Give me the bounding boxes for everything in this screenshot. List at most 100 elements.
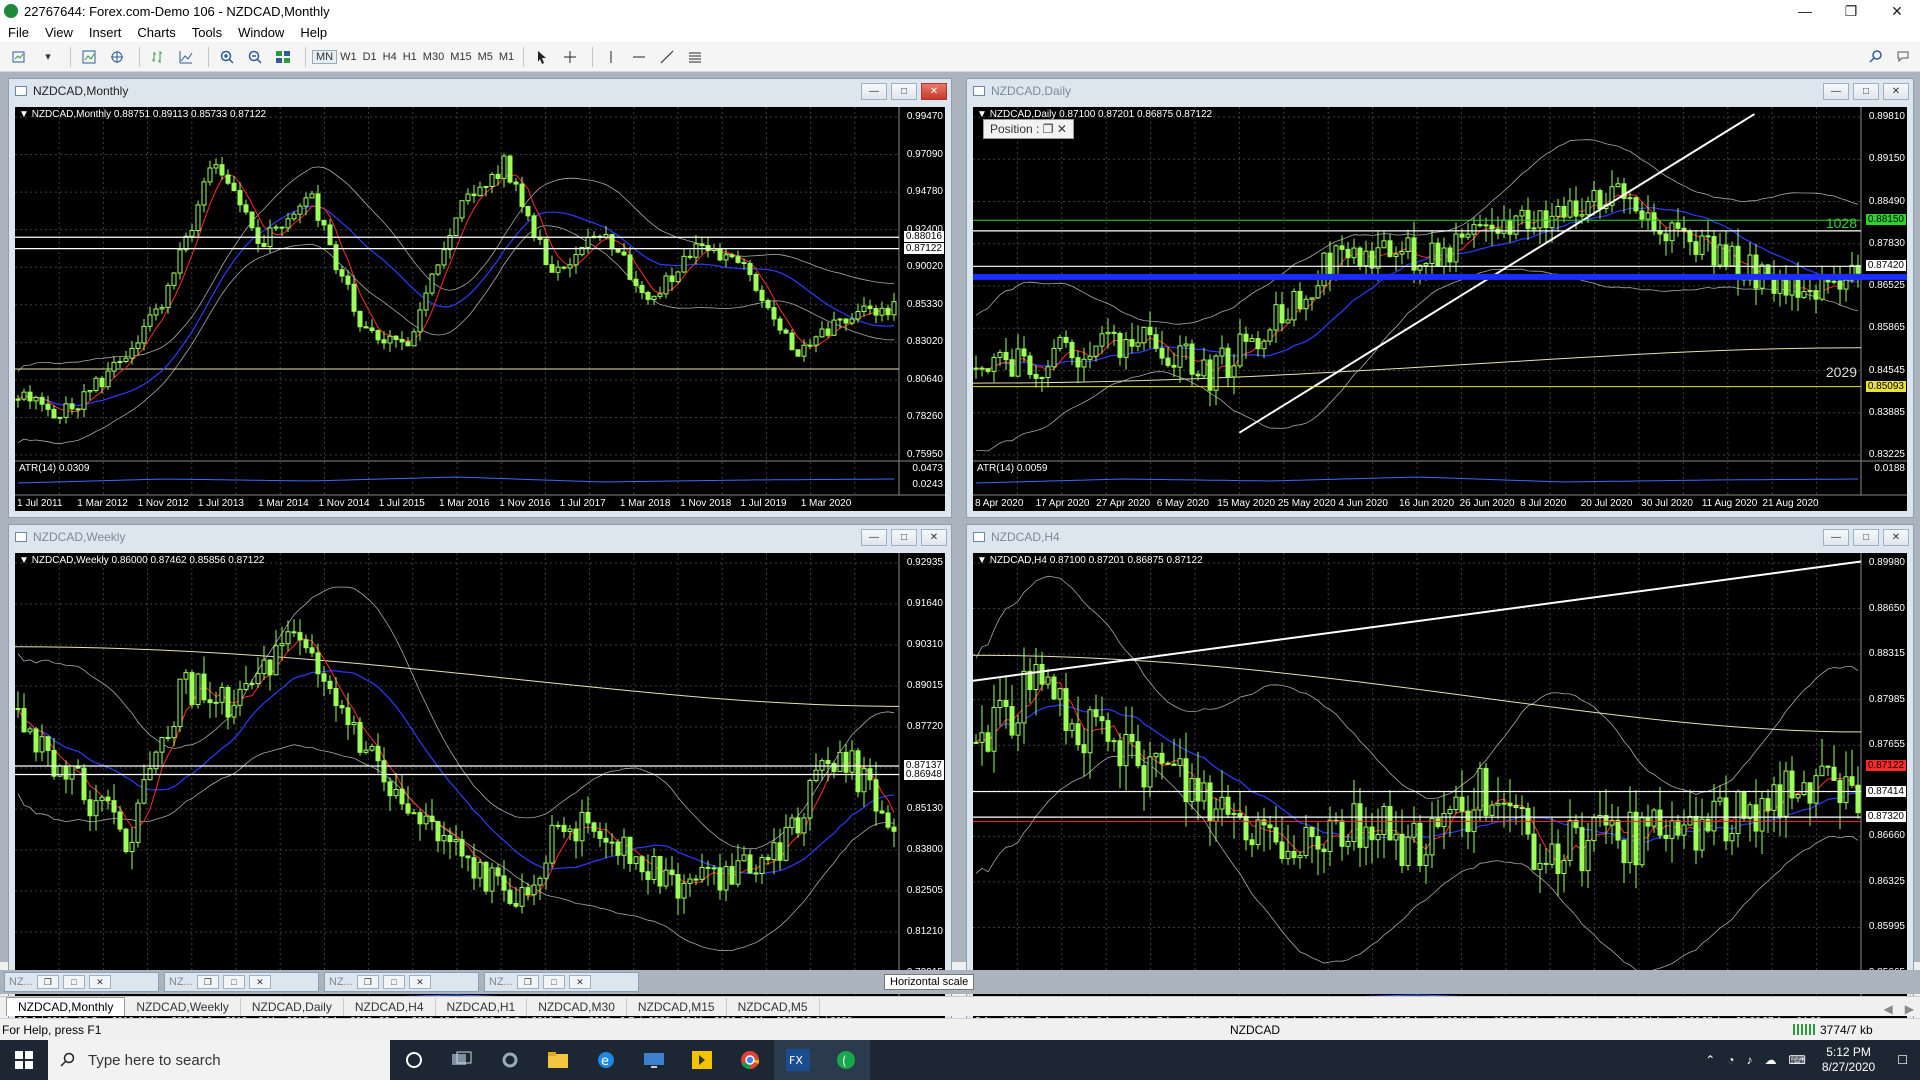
minimized-window[interactable]: NZ... ❐ □ ✕ [4, 972, 159, 992]
keyboard-icon[interactable]: ⌨ [1783, 1053, 1812, 1067]
trading-platform-icon[interactable]: ( [822, 1040, 870, 1080]
edge-browser-icon[interactable]: e [582, 1040, 630, 1080]
timeframe-m1[interactable]: M1 [496, 51, 517, 63]
timeframe-w1[interactable]: W1 [337, 51, 360, 63]
chart-close-button[interactable]: ✕ [921, 82, 947, 100]
line-chart-icon[interactable] [174, 46, 198, 68]
menu-help[interactable]: Help [292, 25, 335, 40]
timeframe-m30[interactable]: M30 [420, 51, 447, 63]
close-icon[interactable]: ✕ [88, 975, 111, 989]
close-button[interactable]: ✕ [1874, 0, 1920, 22]
taskbar-search-input[interactable]: Type here to search [48, 1040, 390, 1080]
chart-close-button[interactable]: ✕ [1883, 82, 1909, 100]
tab-nzdcad-daily[interactable]: NZDCAD,Daily [241, 998, 344, 1016]
maximize-icon[interactable]: □ [62, 975, 85, 989]
chart-window-h4[interactable]: NZDCAD,H4 — □ ✕ ▼ NZDCAD,H4 0.87100 0.87… [966, 524, 1914, 1036]
close-icon[interactable]: ✕ [408, 975, 431, 989]
cursor-icon[interactable] [530, 46, 554, 68]
file-explorer-icon[interactable] [534, 1040, 582, 1080]
fx-choice-app-icon[interactable]: FX [774, 1040, 822, 1080]
chart-window-daily[interactable]: NZDCAD,Daily — □ ✕ ▼ NZDCAD,Daily 0.8710… [966, 78, 1914, 518]
close-icon[interactable]: ✕ [248, 975, 271, 989]
tray-chevron-icon[interactable]: ⌃ [1699, 1053, 1721, 1067]
chat-icon[interactable] [1892, 46, 1916, 68]
tile-windows-icon[interactable] [271, 46, 295, 68]
menu-view[interactable]: View [37, 25, 81, 40]
maximize-icon[interactable]: □ [382, 975, 405, 989]
menu-window[interactable]: Window [230, 25, 292, 40]
minimized-window[interactable]: NZ... ❐ □ ✕ [324, 972, 479, 992]
chart-minimize-button[interactable]: — [1823, 82, 1849, 100]
chart-window-weekly[interactable]: NZDCAD,Weekly — □ ✕ ▼ NZDCAD,Weekly 0.86… [8, 524, 952, 1036]
market-watch-icon[interactable] [77, 46, 101, 68]
tab-nzdcad-h4[interactable]: NZDCAD,H4 [344, 998, 436, 1016]
timeframe-d1[interactable]: D1 [360, 51, 380, 63]
tab-nzdcad-m30[interactable]: NZDCAD,M30 [527, 998, 627, 1016]
onedrive-icon[interactable]: ☁ [1759, 1053, 1783, 1067]
channel-icon[interactable] [683, 46, 707, 68]
chart-plot[interactable]: ▼ NZDCAD,Daily 0.87100 0.87201 0.86875 0… [973, 107, 1907, 511]
new-chart-icon[interactable] [8, 46, 32, 68]
timeframe-mn[interactable]: MN [312, 49, 338, 64]
tab-nzdcad-m5[interactable]: NZDCAD,M5 [727, 998, 820, 1016]
chart-close-button[interactable]: ✕ [921, 528, 947, 546]
popup-close-icon[interactable]: ✕ [1057, 122, 1067, 136]
restore-icon[interactable]: ❐ [516, 975, 539, 989]
timeframe-m15[interactable]: M15 [447, 51, 474, 63]
navigator-icon[interactable] [105, 46, 129, 68]
notifications-icon[interactable]: ☐ [1885, 1053, 1920, 1067]
horizontal-line-icon[interactable] [627, 46, 651, 68]
minimized-window[interactable]: NZ... ❐ □ ✕ [164, 972, 319, 992]
clock[interactable]: 5:12 PM 8/27/2020 [1812, 1045, 1885, 1075]
presentation-app-icon[interactable] [678, 1040, 726, 1080]
chart-minimize-button[interactable]: — [1823, 528, 1849, 546]
tab-nzdcad-h1[interactable]: NZDCAD,H1 [436, 998, 528, 1016]
chart-maximize-button[interactable]: □ [891, 528, 917, 546]
restore-icon[interactable]: ❐ [196, 975, 219, 989]
chart-minimize-button[interactable]: — [861, 82, 887, 100]
timeframe-m5[interactable]: M5 [475, 51, 496, 63]
task-view-icon[interactable] [438, 1040, 486, 1080]
chart-plot[interactable]: ▼ NZDCAD,H4 0.87100 0.87201 0.86875 0.87… [973, 553, 1907, 1029]
chart-plot[interactable]: ▼ NZDCAD,Monthly 0.88751 0.89113 0.85733… [15, 107, 945, 511]
menu-tools[interactable]: Tools [184, 25, 230, 40]
search-icon[interactable] [1864, 46, 1888, 68]
chrome-browser-icon[interactable] [726, 1040, 774, 1080]
timeframe-h1[interactable]: H1 [400, 51, 420, 63]
cortana-icon[interactable] [390, 1040, 438, 1080]
restore-icon[interactable]: ❐ [356, 975, 379, 989]
maximize-icon[interactable]: □ [222, 975, 245, 989]
chart-minimize-button[interactable]: — [861, 528, 887, 546]
chart-maximize-button[interactable]: □ [1853, 528, 1879, 546]
menu-file[interactable]: File [0, 25, 37, 40]
trendline-icon[interactable] [655, 46, 679, 68]
restore-icon[interactable]: ❐ [36, 975, 59, 989]
restore-button[interactable]: ❐ [1828, 0, 1874, 22]
vertical-line-icon[interactable] [599, 46, 623, 68]
popup-restore-icon[interactable]: ❐ [1043, 122, 1054, 136]
menu-insert[interactable]: Insert [81, 25, 130, 40]
chart-maximize-button[interactable]: □ [891, 82, 917, 100]
minimize-button[interactable]: — [1782, 0, 1828, 22]
tab-nzdcad-m15[interactable]: NZDCAD,M15 [627, 998, 727, 1016]
tab-nzdcad-monthly[interactable]: NZDCAD,Monthly [6, 997, 126, 1016]
tab-nzdcad-weekly[interactable]: NZDCAD,Weekly [125, 998, 241, 1016]
position-popup[interactable]: Position : ❐ ✕ [983, 119, 1074, 139]
timeframe-h4[interactable]: H4 [380, 51, 400, 63]
chart-maximize-button[interactable]: □ [1853, 82, 1879, 100]
dropdown-arrow-icon[interactable]: ▾ [36, 46, 60, 68]
zoom-out-icon[interactable] [243, 46, 267, 68]
windows-start-icon[interactable] [0, 1040, 48, 1080]
chart-window-monthly[interactable]: NZDCAD,Monthly — □ ✕ ▼ NZDCAD,Monthly 0.… [8, 78, 952, 518]
bar-chart-icon[interactable] [146, 46, 170, 68]
settings-gear-icon[interactable] [486, 1040, 534, 1080]
wifi-icon[interactable]: ◔ [1721, 1053, 1740, 1067]
minimized-window[interactable]: NZ... ❐ □ ✕ [484, 972, 639, 992]
menu-charts[interactable]: Charts [129, 25, 183, 40]
zoom-in-icon[interactable] [215, 46, 239, 68]
chart-close-button[interactable]: ✕ [1883, 528, 1909, 546]
crosshair-icon[interactable] [558, 46, 582, 68]
tabs-scroll-left-icon[interactable]: ◀ [1878, 1002, 1899, 1016]
chart-plot[interactable]: ▼ NZDCAD,Weekly 0.86000 0.87462 0.85856 … [15, 553, 945, 1029]
tabs-scroll-right-icon[interactable]: ▶ [1899, 1002, 1920, 1016]
